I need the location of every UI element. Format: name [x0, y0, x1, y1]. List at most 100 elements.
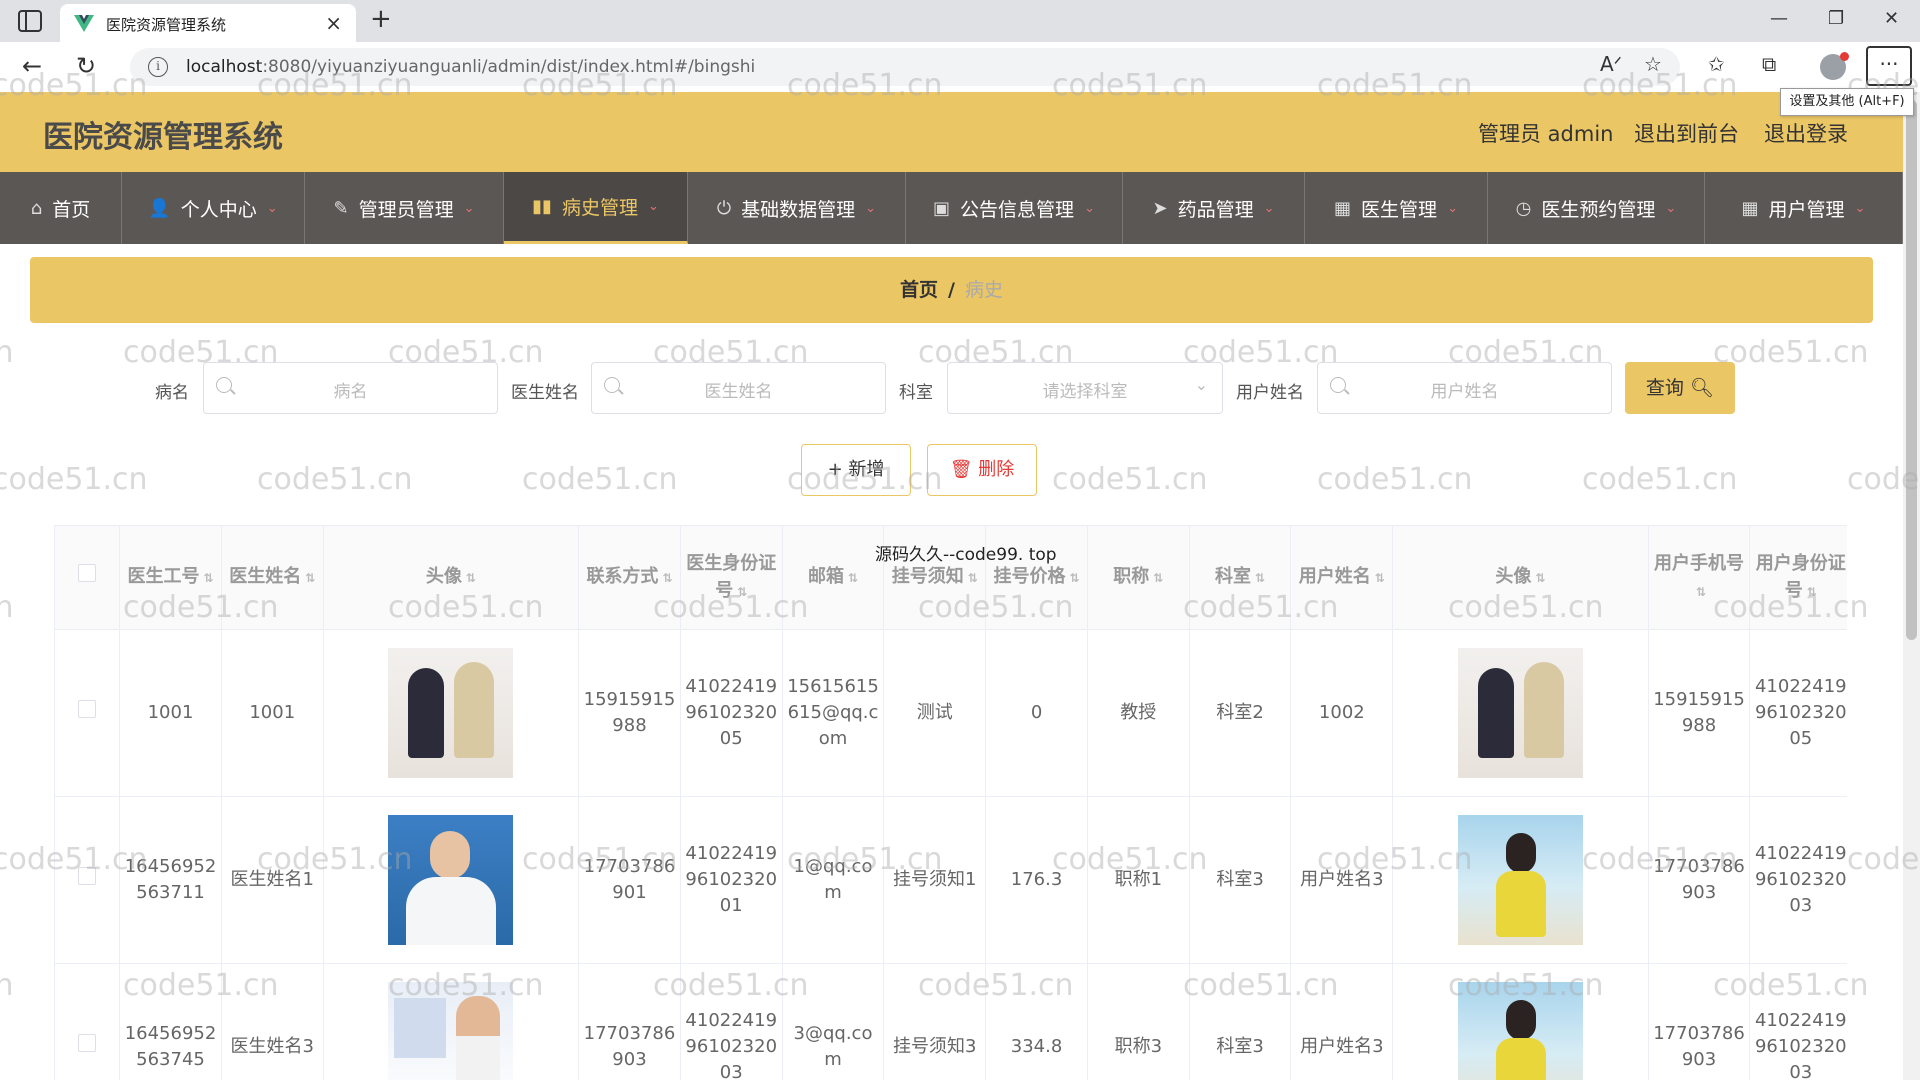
nav-item-profile[interactable]: 👤 个人中心 ⌄ [122, 172, 305, 244]
window-close-icon[interactable]: ✕ [1884, 8, 1899, 29]
exit-to-front-link[interactable]: 退出到前台 [1634, 118, 1739, 148]
nav-item-home[interactable]: ⌂ 首页 [0, 172, 122, 244]
sort-icon[interactable]: ⇅ [1255, 571, 1265, 585]
doctor-avatar-image[interactable] [388, 982, 514, 1080]
table-cell: 医生姓名1 [220, 796, 324, 964]
sort-icon[interactable]: ⇅ [1535, 571, 1545, 585]
disease-search-input[interactable]: 病名 [203, 362, 498, 414]
nav-item-doctor[interactable]: ▦ 医生管理 ⌄ [1305, 172, 1488, 244]
browser-tab[interactable]: 医院资源管理系统 × [60, 4, 356, 42]
sort-icon[interactable]: ⇅ [1807, 585, 1817, 599]
favorite-add-icon[interactable]: ☆ [1644, 52, 1662, 76]
doctor-name-label: 医生姓名 [511, 383, 579, 403]
nav-item-notice[interactable]: ▣ 公告信息管理 ⌄ [906, 172, 1123, 244]
tab-actions-icon[interactable] [18, 10, 42, 32]
col-header[interactable]: 邮箱 ⇅ [781, 525, 885, 630]
maximize-icon[interactable]: ❐ [1828, 8, 1844, 29]
row-select-cell[interactable] [54, 629, 121, 797]
col-header[interactable]: 科室 ⇅ [1188, 525, 1292, 630]
minimize-icon[interactable]: — [1770, 8, 1788, 29]
sort-icon[interactable]: ⇅ [466, 571, 476, 585]
query-button[interactable]: 查询 🔍︎ [1625, 362, 1735, 414]
grid-icon: ▦ [1741, 197, 1759, 219]
reload-icon[interactable]: ↻ [76, 52, 96, 80]
sort-icon[interactable]: ⇅ [848, 571, 858, 585]
user-name-search-input[interactable]: 用户姓名 [1317, 362, 1612, 414]
main-nav: ⌂ 首页 👤 个人中心 ⌄ ✎ 管理员管理 ⌄ ▮▮ 病史管理 ⌄ ⏻ 基础数据管理 ⌄ ▣ 公告信… [0, 172, 1903, 244]
table-cell: 17703786903 [1647, 796, 1751, 964]
tab-close-icon[interactable]: × [325, 11, 342, 35]
logout-link[interactable]: 退出登录 [1764, 118, 1848, 148]
add-button[interactable]: + 新增 [801, 444, 911, 496]
row-checkbox[interactable] [78, 699, 97, 718]
department-select[interactable]: 请选择科室 ⌄ [947, 362, 1223, 414]
address-bar[interactable]: i localhost:8080/yiyuanziyuanguanli/admi… [130, 48, 1680, 86]
table-cell: 15915915988 [1647, 629, 1751, 797]
table-row[interactable]: 16456952563745 医生姓名3 17703786903 4102241996… [54, 963, 1847, 1080]
col-header[interactable]: 职称 ⇅ [1086, 525, 1190, 630]
select-all-cell[interactable] [54, 525, 121, 630]
nav-item-admin[interactable]: ✎ 管理员管理 ⌄ [305, 172, 504, 244]
table-cell: 16456952563745 [119, 963, 222, 1080]
doctor-avatar-image[interactable] [388, 648, 514, 778]
breadcrumb-home[interactable]: 首页 [900, 279, 938, 301]
sort-icon[interactable]: ⇅ [1070, 571, 1080, 585]
more-options-button[interactable]: ··· [1866, 46, 1912, 86]
row-select-cell[interactable] [54, 796, 121, 964]
sort-icon[interactable]: ⇅ [968, 571, 978, 585]
doctor-avatar-cell [322, 796, 580, 964]
table-row[interactable]: 16456952563711 医生姓名1 17703786901 4102241996… [54, 796, 1847, 964]
sort-icon[interactable]: ⇅ [1375, 571, 1385, 585]
chevron-down-icon: ⌄ [647, 199, 659, 214]
new-tab-icon[interactable]: + [370, 4, 392, 34]
site-info-icon[interactable]: i [148, 57, 168, 77]
read-aloud-icon[interactable]: Aᐟ [1600, 52, 1622, 76]
doctor-name-search-input[interactable]: 医生姓名 [591, 362, 886, 414]
col-header[interactable]: 联系方式 ⇅ [578, 525, 681, 630]
user-avatar-image[interactable] [1457, 815, 1583, 945]
col-header[interactable]: 医生工号 ⇅ [119, 525, 222, 630]
doctor-avatar-image[interactable] [388, 815, 514, 945]
col-header[interactable]: 头像 ⇅ [1392, 525, 1649, 630]
disease-label: 病名 [155, 383, 189, 403]
row-select-cell[interactable] [54, 963, 121, 1080]
row-checkbox[interactable] [78, 866, 97, 885]
sort-icon[interactable]: ⇅ [305, 571, 315, 585]
briefcase-icon: ▣ [933, 197, 951, 219]
sort-icon[interactable]: ⇅ [1153, 571, 1163, 585]
delete-button[interactable]: 🗑︎ 删除 [927, 444, 1037, 496]
nav-item-appointment[interactable]: ◷ 医生预约管理 ⌄ [1488, 172, 1705, 244]
nav-item-history[interactable]: ▮▮ 病史管理 ⌄ [504, 172, 688, 244]
table-cell: 1002 [1290, 629, 1394, 797]
table-cell: 3@qq.com [781, 963, 885, 1080]
table-cell: 测试 [883, 629, 987, 797]
user-avatar-image[interactable] [1457, 648, 1583, 778]
collections-icon[interactable]: ⧉ [1762, 52, 1776, 76]
doctor-avatar-cell [322, 963, 580, 1080]
user-avatar-image[interactable] [1457, 982, 1583, 1080]
col-header[interactable]: 头像 ⇅ [322, 525, 580, 630]
nav-item-basic-data[interactable]: ⏻ 基础数据管理 ⌄ [688, 172, 906, 244]
watermark-text: code51.cn [1317, 462, 1473, 497]
favorites-icon[interactable]: ✩ [1708, 52, 1725, 76]
sort-icon[interactable]: ⇅ [662, 571, 672, 585]
row-checkbox[interactable] [78, 1033, 97, 1052]
sort-icon[interactable]: ⇅ [203, 571, 213, 585]
col-header[interactable]: 医生身份证号 ⇅ [679, 525, 783, 630]
sort-icon[interactable]: ⇅ [737, 585, 747, 599]
scrollbar-thumb[interactable] [1906, 100, 1917, 640]
profile-badge [1840, 52, 1849, 61]
nav-item-drug[interactable]: ➤ 药品管理 ⌄ [1123, 172, 1305, 244]
sort-icon[interactable]: ⇅ [1696, 585, 1706, 599]
table-cell: 0 [985, 629, 1088, 797]
col-header[interactable]: 用户手机号⇅ [1647, 525, 1751, 630]
table-row[interactable]: 1001 1001 15915915988 410224199610232005 156… [54, 629, 1847, 797]
col-header[interactable]: 用户身份证号 ⇅ [1749, 525, 1847, 630]
plus-icon: + [827, 459, 843, 480]
table-cell: 410224199610232005 [1749, 629, 1847, 797]
select-all-checkbox[interactable] [78, 564, 97, 583]
col-header[interactable]: 医生姓名 ⇅ [220, 525, 324, 630]
back-icon[interactable]: ← [22, 52, 42, 80]
col-header[interactable]: 用户姓名 ⇅ [1290, 525, 1394, 630]
nav-item-user[interactable]: ▦ 用户管理 ⌄ [1705, 172, 1903, 244]
